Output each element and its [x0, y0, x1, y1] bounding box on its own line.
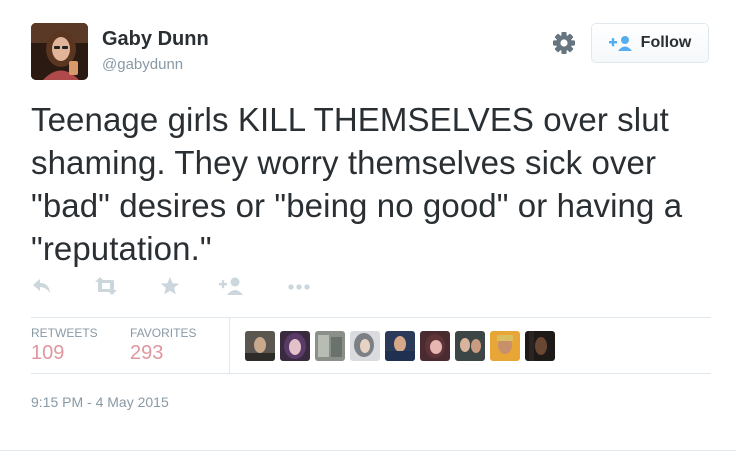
follow-button-label: Follow: [640, 34, 692, 51]
favoriter-avatar[interactable]: [420, 331, 450, 361]
favorite-star-icon[interactable]: [159, 276, 181, 301]
stats-separator: [229, 318, 230, 374]
author-name[interactable]: Gaby Dunn: [102, 28, 209, 51]
retweets-label: RETWEETS: [31, 326, 98, 340]
more-dots-icon[interactable]: [287, 276, 311, 301]
favoriter-avatar[interactable]: [350, 331, 380, 361]
stats-bottom-divider: [31, 373, 711, 374]
favoriter-avatar[interactable]: [280, 331, 310, 361]
reply-icon[interactable]: [31, 276, 53, 301]
favoriter-avatar[interactable]: [525, 331, 555, 361]
gear-icon[interactable]: [551, 30, 577, 56]
follow-person-plus-icon[interactable]: [219, 276, 245, 301]
author-avatar[interactable]: [31, 23, 88, 80]
favoriter-avatar[interactable]: [315, 331, 345, 361]
stats-top-divider: [31, 317, 711, 318]
favoriter-avatar[interactable]: [490, 331, 520, 361]
tweet-card: Gaby Dunn @gabydunn Follow Teenage girls…: [0, 0, 736, 456]
favoriter-avatar[interactable]: [385, 331, 415, 361]
retweets-count[interactable]: 109: [31, 342, 64, 365]
tweet-timestamp[interactable]: 9:15 PM - 4 May 2015: [31, 394, 169, 410]
follow-person-plus-icon: [608, 36, 632, 51]
author-handle[interactable]: @gabydunn: [102, 56, 183, 73]
tweet-text: Teenage girls KILL THEMSELVES over slut …: [31, 101, 683, 267]
follow-button[interactable]: Follow: [591, 23, 709, 63]
favorites-label: FAVORITES: [130, 326, 197, 340]
favoriter-avatar[interactable]: [245, 331, 275, 361]
card-bottom-border: [0, 450, 736, 451]
retweet-icon[interactable]: [93, 276, 119, 301]
author-avatar-image: [31, 23, 88, 80]
favorites-count[interactable]: 293: [130, 342, 163, 365]
favoriter-avatar[interactable]: [455, 331, 485, 361]
